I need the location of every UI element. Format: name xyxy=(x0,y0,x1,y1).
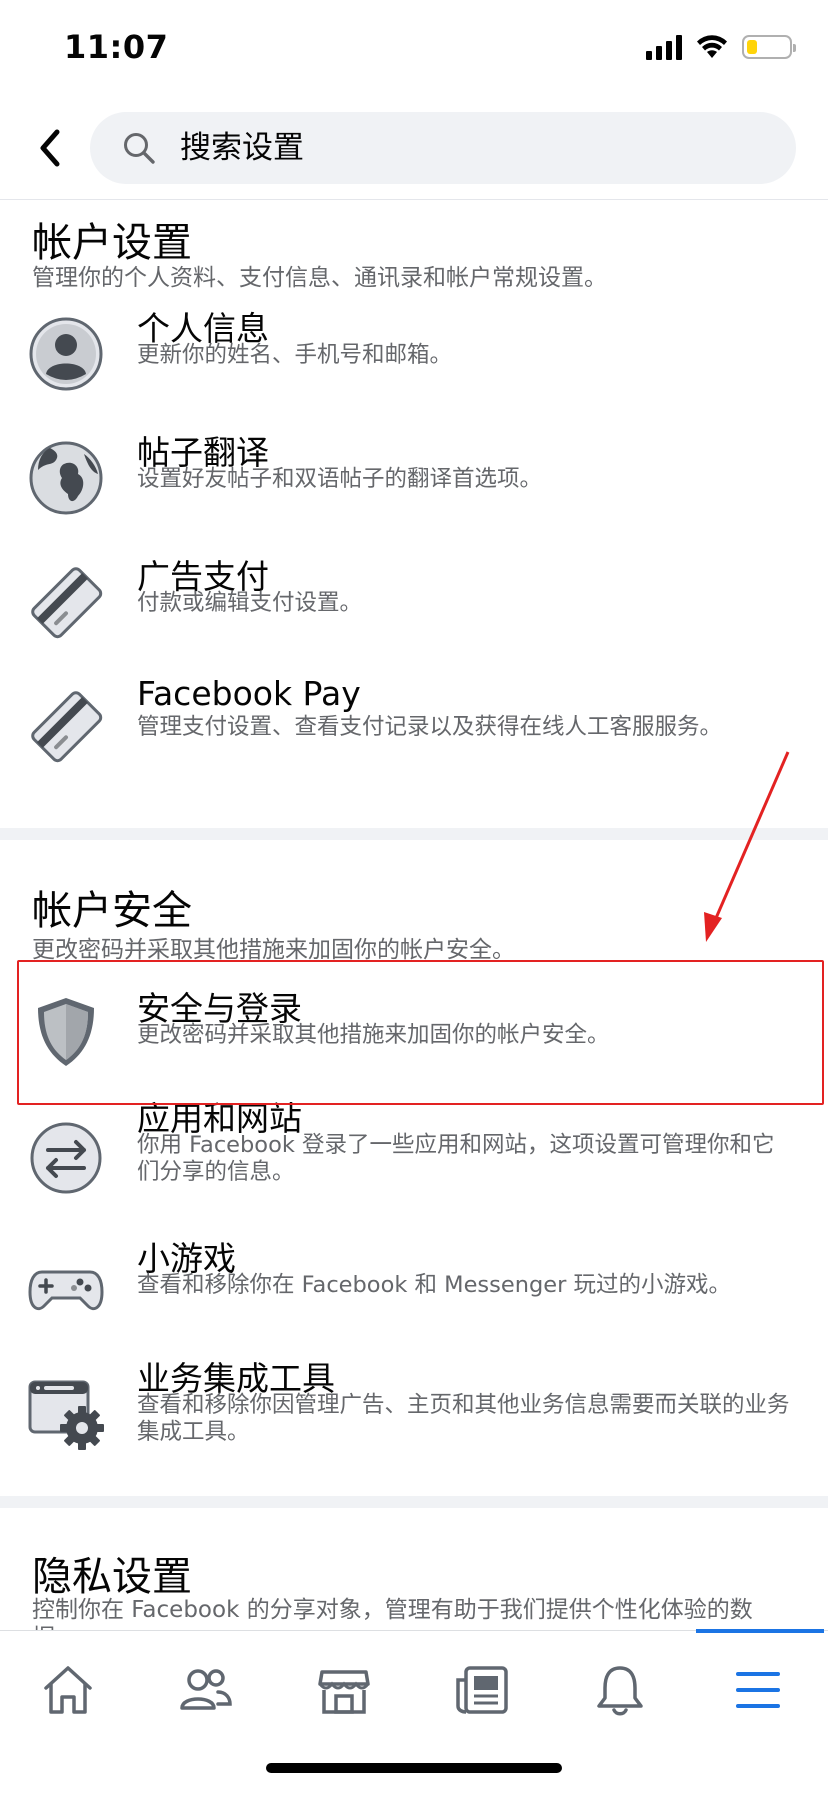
settings-item-desc: 管理支付设置、查看支付记录以及获得在线人工客服服务。 xyxy=(137,714,723,740)
globe-icon xyxy=(29,441,103,515)
settings-item-desc: 更新你的姓名、手机号和邮箱。 xyxy=(137,342,453,368)
tab-marketplace[interactable] xyxy=(304,1655,384,1725)
browser-gear-icon xyxy=(28,1380,104,1450)
settings-list: 帐户设置 管理你的个人资料、支付信息、通讯录和帐户常规设置。 个人信息 更新你的… xyxy=(0,200,828,1630)
settings-item-desc: 你用 Facebook 登录了一些应用和网站，这项设置可管理你和它们分享的信息。 xyxy=(137,1132,775,1185)
active-tab-indicator xyxy=(696,1629,824,1633)
battery-icon xyxy=(742,35,796,59)
settings-item-title: Facebook Pay xyxy=(137,674,361,713)
home-indicator xyxy=(266,1763,562,1773)
search-box[interactable] xyxy=(90,112,796,184)
section-subtitle-privacy: 控制你在 Facebook 的分享对象，管理有助于我们提供个性化体验的数据。 xyxy=(32,1597,753,1630)
tab-home[interactable] xyxy=(28,1655,108,1725)
search-input[interactable] xyxy=(178,129,742,167)
settings-item-desc: 更改密码并采取其他措施来加固你的帐户安全。 xyxy=(137,1022,610,1048)
settings-item-desc: 付款或编辑支付设置。 xyxy=(137,590,363,616)
credit-card-icon xyxy=(31,567,103,639)
search-header xyxy=(0,100,828,200)
wifi-icon xyxy=(697,35,727,58)
tab-friends[interactable] xyxy=(166,1655,246,1725)
section-subtitle-account-settings: 管理你的个人资料、支付信息、通讯录和帐户常规设置。 xyxy=(32,265,607,291)
section-divider xyxy=(0,828,828,840)
search-icon xyxy=(124,133,155,164)
settings-item-facebook-pay[interactable]: Facebook Pay 管理支付设置、查看支付记录以及获得在线人工客服服务。 xyxy=(0,662,828,782)
settings-item-instant-games[interactable]: 小游戏 查看和移除你在 Facebook 和 Messenger 玩过的小游戏。 xyxy=(0,1230,828,1346)
marketplace-icon xyxy=(318,1670,370,1714)
home-icon xyxy=(44,1666,92,1714)
bell-icon xyxy=(597,1666,643,1716)
status-bar: 11:07 xyxy=(0,0,828,100)
arrows-exchange-icon xyxy=(30,1122,102,1194)
settings-item-desc: 查看和移除你在 Facebook 和 Messenger 玩过的小游戏。 xyxy=(137,1272,732,1298)
section-title-privacy: 隐私设置 xyxy=(32,1554,192,1600)
section-title-account-security: 帐户安全 xyxy=(32,888,192,934)
settings-item-business-integrations[interactable]: 业务集成工具 查看和移除你因管理广告、主页和其他业务信息需要而关联的业务集成工具… xyxy=(0,1350,828,1480)
settings-item-desc: 设置好友帖子和双语帖子的翻译首选项。 xyxy=(137,466,543,492)
tab-menu[interactable] xyxy=(718,1655,798,1725)
person-icon xyxy=(29,317,103,391)
tab-news[interactable] xyxy=(442,1655,522,1725)
friends-icon xyxy=(180,1669,232,1710)
settings-item-ad-payments[interactable]: 广告支付 付款或编辑支付设置。 xyxy=(0,538,828,658)
tab-notifications[interactable] xyxy=(580,1655,660,1725)
signal-icon xyxy=(646,34,682,60)
section-divider xyxy=(0,1496,828,1508)
settings-item-apps-and-websites[interactable]: 应用和网站 你用 Facebook 登录了一些应用和网站，这项设置可管理你和它们… xyxy=(0,1090,828,1226)
settings-item-desc: 查看和移除你因管理广告、主页和其他业务信息需要而关联的业务集成工具。 xyxy=(137,1392,790,1445)
status-icons xyxy=(646,34,796,60)
shield-icon xyxy=(38,998,94,1066)
menu-icon xyxy=(736,1672,780,1708)
settings-item-post-translation[interactable]: 帖子翻译 设置好友帖子和双语帖子的翻译首选项。 xyxy=(0,414,828,534)
gamepad-icon xyxy=(28,1270,104,1311)
back-chevron-icon[interactable] xyxy=(30,122,70,174)
status-time: 11:07 xyxy=(64,28,169,66)
settings-item-security-and-login[interactable]: 安全与登录 更改密码并采取其他措施来加固你的帐户安全。 xyxy=(0,964,828,1088)
section-subtitle-account-security: 更改密码并采取其他措施来加固你的帐户安全。 xyxy=(32,937,515,963)
settings-item-personal-info[interactable]: 个人信息 更新你的姓名、手机号和邮箱。 xyxy=(0,290,828,410)
news-icon xyxy=(456,1666,508,1714)
credit-card-icon xyxy=(31,691,103,763)
